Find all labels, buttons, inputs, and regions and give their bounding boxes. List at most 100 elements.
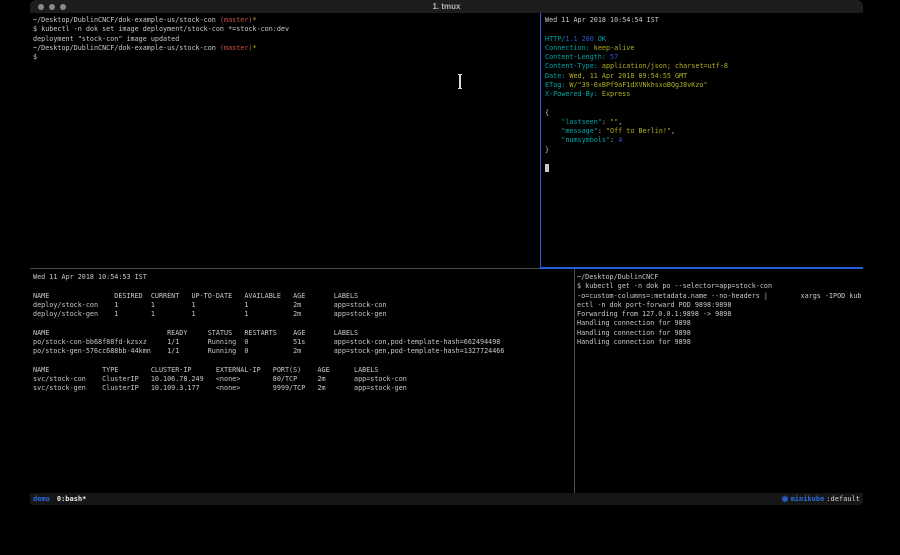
cursor-block — [545, 164, 549, 172]
terminal-line: "lastseen": "", — [545, 118, 863, 127]
terminal-line: "numsymbols": 4 — [545, 136, 863, 145]
pane-divider-horizontal-left[interactable] — [30, 268, 540, 269]
text-segment: $ kubectl -n dok set image deployment/st… — [33, 25, 289, 33]
terminal-line: } — [545, 146, 863, 155]
terminal-line — [33, 282, 576, 291]
text-segment: ~/Desktop/DublinCNCF — [577, 273, 658, 281]
window-titlebar[interactable]: 1. tmux — [30, 0, 863, 13]
terminal-line — [545, 25, 863, 34]
pane-bottom-left-kubectl-get[interactable]: Wed 11 Apr 2018 10:54:53 IST NAME DESIRE… — [30, 269, 576, 493]
text-segment: Content-Type: — [545, 62, 602, 70]
terminal-line: Connection: keep-alive — [545, 44, 863, 53]
terminal-line: X-Powered-By: Express — [545, 90, 863, 99]
text-segment: NAME TYPE CLUSTER-IP EXTERNAL-IP PORT(S)… — [33, 366, 378, 374]
terminal-line: Wed 11 Apr 2018 10:54:53 IST — [33, 273, 576, 282]
text-segment: Connection: — [545, 44, 594, 52]
text-segment: Forwarding from 127.0.0.1:9898 -> 9898 — [577, 310, 731, 318]
text-segment: NAME READY STATUS RESTARTS AGE LABELS — [33, 329, 358, 337]
text-segment: po/stock-con-bb68f88fd-kzsxz 1/1 Running… — [33, 338, 500, 346]
text-segment: X-Powered-By: — [545, 90, 602, 98]
text-segment: keep-alive — [594, 44, 635, 52]
text-segment: deployment "stock-con" image updated — [33, 35, 179, 43]
terminal-line — [33, 356, 576, 365]
terminal-line: HTTP/1.1 200 OK — [545, 35, 863, 44]
mouse-ibeam-cursor — [457, 74, 463, 89]
text-segment — [545, 136, 561, 144]
text-segment: Handling connection for 9898 — [577, 338, 691, 346]
text-segment: Wed 11 Apr 2018 10:54:54 IST — [545, 16, 659, 24]
terminal-line — [33, 319, 576, 328]
text-segment — [545, 118, 561, 126]
text-segment: * — [252, 44, 256, 52]
text-segment: application/json; charset=utf-8 — [602, 62, 728, 70]
text-segment: Wed 11 Apr 2018 10:54:53 IST — [33, 273, 147, 281]
kube-context: minikube — [791, 495, 825, 503]
terminal-line: svc/stock-con ClusterIP 10.106.78.249 <n… — [33, 375, 576, 384]
text-segment: OK — [598, 35, 606, 43]
terminal-line: po/stock-gen-576cc688bb-44kmn 1/1 Runnin… — [33, 347, 576, 356]
pane-divider-vertical-bottom[interactable] — [574, 269, 575, 493]
text-segment: Handling connection for 9898 — [577, 319, 691, 327]
session-name: demo — [33, 495, 50, 503]
terminal-line — [545, 164, 863, 173]
text-segment: NAME DESIRED CURRENT UP-TO-DATE AVAILABL… — [33, 292, 358, 300]
status-right: minikube:default — [781, 495, 860, 503]
text-segment: (master) — [220, 44, 253, 52]
terminal-line: Handling connection for 9898 — [577, 338, 863, 347]
text-segment: "numsymbols" — [561, 136, 610, 144]
terminal-line: $ kubectl -n dok set image deployment/st… — [33, 25, 542, 34]
terminal-line: Handling connection for 9898 — [577, 329, 863, 338]
text-segment: "Off to Berlin!" — [606, 127, 671, 135]
text-segment: Date: — [545, 72, 569, 80]
window-tab-bash[interactable]: 0:bash* — [57, 495, 87, 503]
terminal-line: ~/Desktop/DublinCNCF/dok-example-us/stoc… — [33, 44, 542, 53]
text-segment: : — [610, 136, 618, 144]
text-segment: Content-Length: — [545, 53, 610, 61]
text-segment: deploy/stock-con 1 1 1 1 2m app=stock-co… — [33, 301, 387, 309]
text-segment: "message" — [561, 127, 598, 135]
text-segment: Wed, 11 Apr 2018 09:54:55 GMT — [569, 72, 687, 80]
text-segment: "" — [610, 118, 618, 126]
kube-namespace: :default — [826, 495, 860, 503]
terminal-line: ~/Desktop/DublinCNCF — [577, 273, 863, 282]
text-segment: 4 — [618, 136, 622, 144]
terminal-line: svc/stock-gen ClusterIP 10.109.3.177 <no… — [33, 384, 576, 393]
terminal-line: Content-Type: application/json; charset=… — [545, 62, 863, 71]
terminal-line: ectl -n dok port-forward POD 9898:9898 — [577, 301, 863, 310]
terminal-line: $ — [33, 53, 542, 62]
text-segment: 57 — [610, 53, 618, 61]
text-segment: } — [545, 146, 549, 154]
pane-divider-horizontal-right[interactable] — [540, 267, 864, 269]
terminal-line: NAME DESIRED CURRENT UP-TO-DATE AVAILABL… — [33, 292, 576, 301]
text-segment: , — [618, 118, 622, 126]
pane-divider-vertical-top[interactable] — [540, 13, 542, 269]
terminal-line: ~/Desktop/DublinCNCF/dok-example-us/stoc… — [33, 16, 542, 25]
text-segment: deploy/stock-gen 1 1 1 1 2m app=stock-ge… — [33, 310, 387, 318]
text-segment: HTTP/ — [545, 35, 565, 43]
terminal-line: "message": "Off to Berlin!", — [545, 127, 863, 136]
kubernetes-helm-icon — [781, 495, 789, 503]
terminal-line: Handling connection for 9898 — [577, 319, 863, 328]
terminal-line: po/stock-con-bb68f88fd-kzsxz 1/1 Running… — [33, 338, 576, 347]
text-segment: Express — [602, 90, 630, 98]
text-segment: : — [602, 118, 610, 126]
terminal-line — [545, 99, 863, 108]
terminal-line — [545, 155, 863, 164]
text-segment: Handling connection for 9898 — [577, 329, 691, 337]
text-segment: : — [598, 127, 606, 135]
terminal-line: NAME TYPE CLUSTER-IP EXTERNAL-IP PORT(S)… — [33, 366, 576, 375]
text-segment: ~/Desktop/DublinCNCF/dok-example-us/stoc… — [33, 44, 220, 52]
text-segment: po/stock-gen-576cc688bb-44kmn 1/1 Runnin… — [33, 347, 504, 355]
tmux-terminal: ~/Desktop/DublinCNCF/dok-example-us/stoc… — [30, 13, 863, 493]
terminal-line: -o=custom-columns=:metadata.name --no-he… — [577, 292, 863, 301]
terminal-line: Date: Wed, 11 Apr 2018 09:54:55 GMT — [545, 72, 863, 81]
text-segment: $ kubectl get -n dok po --selector=app=s… — [577, 282, 772, 290]
screen: 1. tmux ~/Desktop/DublinCNCF/dok-example… — [0, 0, 900, 555]
pane-top-left-shell[interactable]: ~/Desktop/DublinCNCF/dok-example-us/stoc… — [30, 13, 542, 270]
text-segment: ETag: — [545, 81, 569, 89]
pane-bottom-right-port-forward[interactable]: ~/Desktop/DublinCNCF$ kubectl get -n dok… — [575, 269, 863, 493]
pane-top-right-http-response[interactable]: Wed 11 Apr 2018 10:54:54 IST HTTP/1.1 20… — [541, 13, 863, 270]
text-segment: 1.1 200 — [565, 35, 598, 43]
text-segment: svc/stock-con ClusterIP 10.106.78.249 <n… — [33, 375, 407, 383]
text-segment: "lastseen" — [561, 118, 602, 126]
